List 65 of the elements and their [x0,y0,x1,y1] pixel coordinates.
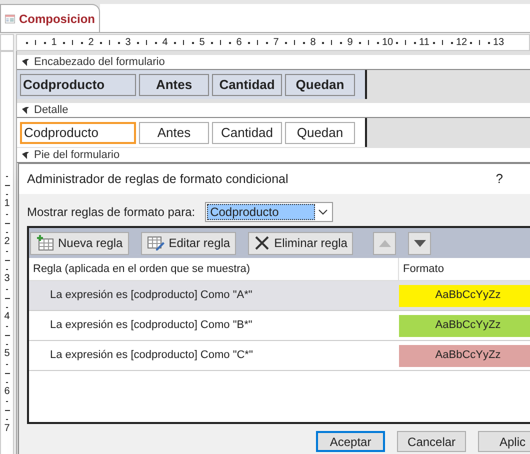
triangle-down-icon [414,240,426,246]
form-textbox[interactable]: Codproducto [20,122,136,144]
form-label[interactable]: Codproducto [20,74,136,96]
section-title: Detalle [34,102,68,118]
dialog-title: Administrador de reglas de formato condicional [27,170,288,188]
section-bar[interactable]: Detalle [17,103,530,118]
ruler-number: 5 [4,349,10,359]
ruler-number: 12 [456,38,466,48]
ruler-number: 3 [4,274,10,284]
section-bar[interactable]: Pie del formulario [17,148,530,163]
ruler-number: 10 [382,38,392,48]
ruler-number: 1 [4,199,10,209]
ruler-number: 13 [493,38,503,48]
format-preview: AaBbCcYyZz [399,284,530,306]
form-textbox[interactable]: Antes [139,122,209,144]
form-icon [5,12,15,26]
dialog-button[interactable]: Cancelar [397,431,466,452]
new-table-icon [36,235,54,251]
ruler-number: 7 [272,38,280,48]
ruler-number: 7 [4,424,10,434]
ruler-number: 11 [419,38,429,48]
section-bar[interactable]: Encabezado del formulario [17,55,530,70]
triangle-up-icon [378,240,391,246]
form-label[interactable]: Cantidad [212,74,282,96]
section-arrow-icon [21,150,30,160]
document-tab[interactable]: Composicion [0,4,100,32]
section-arrow-icon [21,58,30,66]
rule-text: La expresión es [codproducto] Como "B*" [49,318,254,334]
rule-row[interactable]: La expresión es [codproducto] Como "A*" AaBbCcYyZz [29,281,530,311]
form-textbox[interactable]: Quedan [285,122,355,144]
toolbar-button[interactable]: Nueva regla [30,232,129,254]
format-preview: AaBbCcYyZz [399,314,530,336]
column-header: Regla (aplicada en el orden que se muestra) [29,258,399,280]
ruler-number: 8 [309,38,317,48]
dialog-button[interactable]: Aceptar [316,431,386,452]
form-textbox[interactable]: Cantidad [212,122,282,144]
dialog-button[interactable]: Aplic [478,431,530,452]
section-arrow-icon [21,106,30,114]
help-button[interactable]: ? [492,169,507,189]
toolbar-button[interactable]: Editar regla [140,232,236,254]
edit-table-icon [146,235,165,251]
ruler-number: 6 [235,38,243,48]
tab-title: Composicion [18,10,95,28]
ruler-number: 4 [4,312,10,322]
ruler-number: 6 [4,386,10,396]
ruler-number: 4 [161,38,169,48]
ruler-number: 5 [198,38,206,48]
field-dropdown[interactable]: Codproducto [205,202,334,222]
section-title: Encabezado del formulario [34,54,165,70]
rule-text: La expresión es [codproducto] Como "C*" [49,348,254,364]
ruler-number: 9 [346,38,354,48]
ruler-number: 3 [124,38,132,48]
show-rules-label: Mostrar reglas de formato para: [27,204,196,221]
ruler-number: 2 [4,236,10,246]
section-title: Pie del formulario [34,148,120,163]
move-down-button[interactable] [408,232,432,254]
toolbar-button[interactable]: Eliminar regla [248,232,354,254]
column-header: Formato [402,262,444,277]
rule-text: La expresión es [codproducto] Como "A*" [49,288,254,304]
form-label[interactable]: Antes [139,74,209,96]
ruler-number: 1 [50,38,58,48]
form-label[interactable]: Quedan [285,74,355,96]
format-preview: AaBbCcYyZz [399,344,530,366]
delete-icon [254,235,270,251]
ruler-number: 2 [87,38,95,48]
